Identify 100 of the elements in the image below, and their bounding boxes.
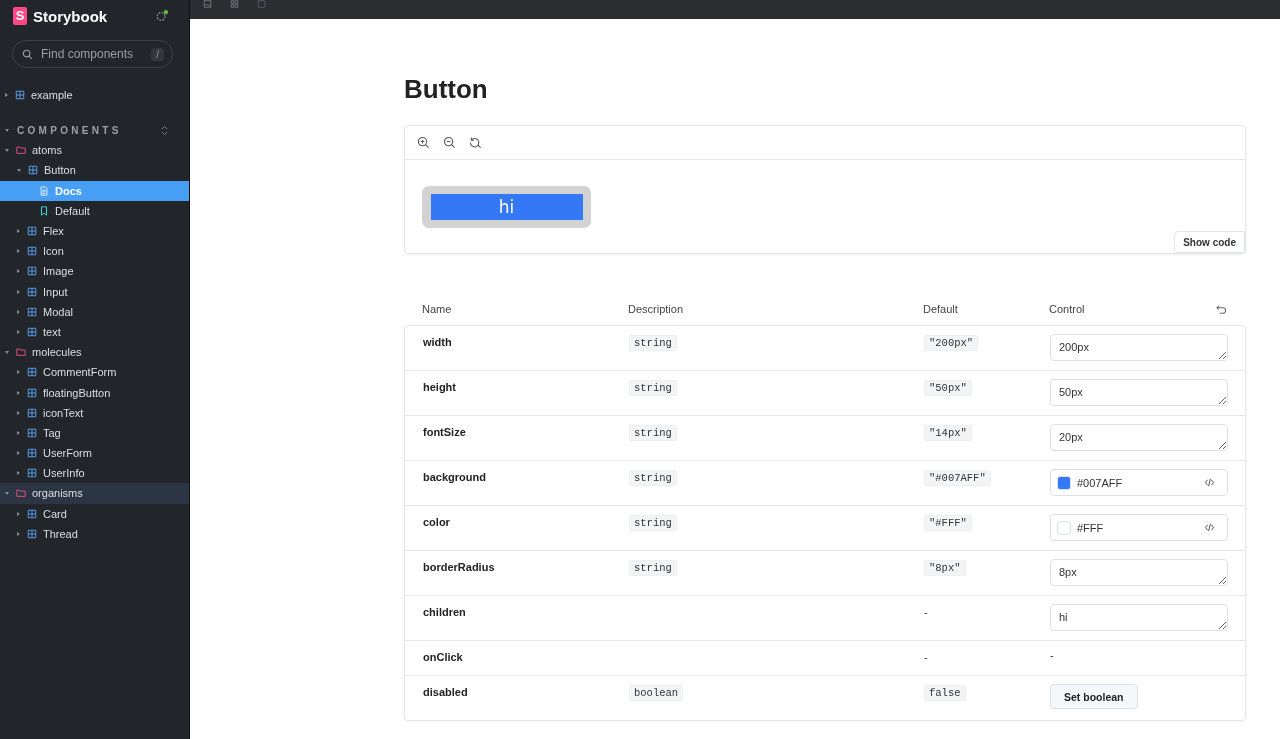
- column-header: Control: [1049, 303, 1086, 315]
- component-icon: [27, 246, 37, 257]
- color-input[interactable]: #FFF: [1050, 514, 1228, 541]
- sidebar-item[interactable]: floatingButton: [0, 382, 189, 403]
- type-tag: boolean: [629, 685, 684, 701]
- default-value: -: [924, 651, 928, 663]
- component-icon: [28, 165, 38, 176]
- text-input[interactable]: 20px: [1050, 424, 1228, 451]
- zoom-out-icon[interactable]: [443, 136, 456, 149]
- outline-icon[interactable]: [256, 0, 267, 8]
- sidebar-item[interactable]: Button: [0, 160, 189, 181]
- color-swatch[interactable]: [1057, 475, 1071, 490]
- column-header: Default: [923, 303, 959, 315]
- prop-name: disabled: [423, 686, 468, 698]
- color-swatch[interactable]: [1057, 520, 1071, 535]
- sidebar-item[interactable]: Modal: [0, 301, 189, 322]
- demo-button[interactable]: hi: [430, 194, 583, 220]
- caret-icon: [5, 148, 9, 152]
- caret-icon: [5, 491, 9, 495]
- caret-icon: [5, 93, 8, 98]
- default-value: -: [924, 606, 928, 618]
- bookmark-icon: [39, 205, 49, 216]
- settings-icon[interactable]: [155, 9, 169, 23]
- component-icon: [27, 508, 37, 519]
- prop-name: borderRadius: [423, 561, 495, 573]
- sidebar-item[interactable]: iconText: [0, 402, 189, 423]
- color-input[interactable]: #007AFF: [1050, 469, 1228, 496]
- code-icon[interactable]: [1204, 477, 1215, 488]
- control-value: -: [1050, 649, 1054, 661]
- reset-icon[interactable]: [1216, 303, 1227, 315]
- sidebar-item[interactable]: organisms: [0, 483, 189, 504]
- sidebar-item[interactable]: Icon: [0, 241, 189, 262]
- sidebar-item[interactable]: Thread: [0, 523, 189, 544]
- component-icon: [27, 286, 37, 297]
- component-icon: [27, 387, 37, 398]
- caret-icon: [17, 370, 20, 375]
- image-icon[interactable]: [202, 0, 213, 8]
- default-value: "#007AFF": [924, 470, 991, 486]
- caret-icon: [17, 309, 20, 314]
- caret-icon: [17, 430, 20, 435]
- caret-icon: [17, 249, 20, 254]
- document-icon: [39, 185, 49, 196]
- component-icon: [27, 528, 37, 539]
- prop-name: height: [423, 381, 456, 393]
- component-icon: [27, 367, 37, 378]
- component-icon: [27, 266, 37, 277]
- app-title: Storybook: [33, 7, 108, 25]
- sidebar-item[interactable]: CommentForm: [0, 362, 189, 383]
- component-icon: [27, 407, 37, 418]
- search-icon: [22, 48, 33, 60]
- prop-name: children: [423, 606, 466, 618]
- component-icon: [27, 448, 37, 459]
- folder-icon: [16, 488, 26, 499]
- sidebar-item[interactable]: Card: [0, 503, 189, 524]
- text-input[interactable]: 200px: [1050, 334, 1228, 361]
- component-icon: [27, 427, 37, 438]
- set-boolean-button[interactable]: Set boolean: [1050, 684, 1138, 709]
- reset-zoom-icon[interactable]: [469, 136, 482, 149]
- default-value: "8px": [924, 560, 966, 576]
- component-icon: [27, 226, 37, 237]
- show-code-button[interactable]: Show code: [1174, 231, 1245, 253]
- type-tag: string: [629, 515, 677, 531]
- zoom-in-icon[interactable]: [417, 136, 430, 149]
- page-title: Button: [404, 74, 489, 104]
- sidebar-item[interactable]: Tag: [0, 422, 189, 443]
- caret-icon: [17, 410, 20, 415]
- caret-icon: [17, 269, 20, 274]
- text-input[interactable]: 50px: [1050, 379, 1228, 406]
- text-input[interactable]: 8px: [1050, 559, 1228, 586]
- prop-name: width: [423, 336, 452, 348]
- sidebar-item[interactable]: text: [0, 321, 189, 343]
- folder-icon: [16, 347, 26, 358]
- caret-icon: [17, 531, 20, 536]
- sidebar-item[interactable]: UserInfo: [0, 463, 189, 484]
- sidebar-item[interactable]: example: [0, 85, 189, 106]
- prop-name: fontSize: [423, 426, 466, 438]
- default-value: "200px": [924, 335, 979, 351]
- default-value: false: [924, 685, 966, 701]
- sidebar-item[interactable]: molecules: [0, 342, 189, 363]
- expand-collapse-icon[interactable]: [160, 124, 169, 136]
- caret-icon: [17, 511, 20, 516]
- sidebar-item[interactable]: Input: [0, 281, 189, 302]
- caret-icon: [17, 289, 20, 294]
- caret-icon: [17, 229, 20, 234]
- type-tag: string: [629, 470, 677, 486]
- caret-icon: [17, 329, 20, 334]
- sidebar-item[interactable]: atoms: [0, 140, 189, 161]
- grid-icon[interactable]: [229, 0, 240, 8]
- sidebar-item[interactable]: UserForm: [0, 443, 189, 464]
- sidebar-item[interactable]: Flex: [0, 220, 189, 242]
- default-value: "#FFF": [924, 515, 972, 531]
- text-input[interactable]: hi: [1050, 604, 1228, 631]
- code-icon[interactable]: [1204, 522, 1215, 533]
- section-heading[interactable]: COMPONENTS: [17, 124, 160, 136]
- sidebar-item[interactable]: Default: [0, 200, 189, 221]
- sidebar-item[interactable]: Image: [0, 261, 189, 282]
- search-input[interactable]: Find components: [39, 46, 146, 62]
- prop-name: onClick: [423, 651, 463, 663]
- logo-icon: S: [13, 7, 27, 25]
- caret-icon: [17, 471, 20, 476]
